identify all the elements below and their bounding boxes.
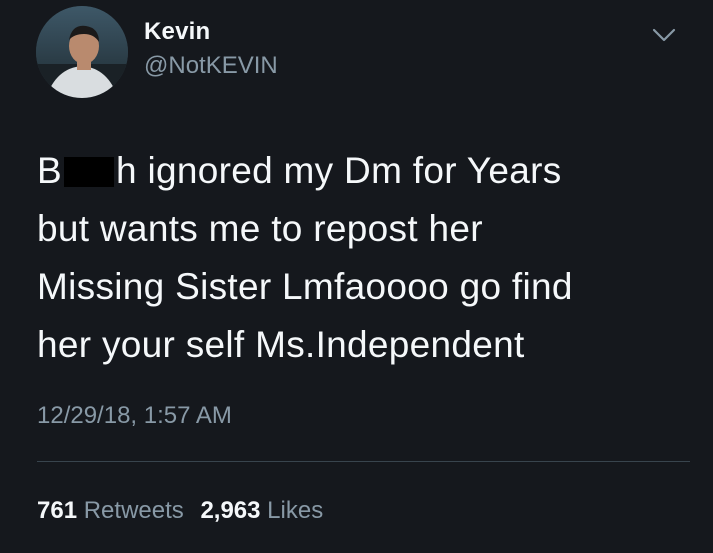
tweet-timestamp[interactable]: 12/29/18, 1:57 AM (37, 402, 232, 430)
divider (37, 461, 690, 462)
retweets-count: 761 (37, 497, 78, 524)
engagement-stats: 761 Retweets 2,963 Likes (37, 497, 323, 525)
tweet-text-line: her your self Ms.Independent (37, 324, 525, 365)
redaction-bar (63, 157, 114, 187)
avatar-image (36, 6, 128, 98)
retweets-stat[interactable]: 761 Retweets (37, 497, 184, 525)
retweets-label: Retweets (83, 497, 184, 524)
tweet-text-fragment: h ignored my Dm for Years (115, 150, 562, 191)
tweet-text-line: but wants me to repost her (37, 208, 483, 249)
display-name[interactable]: Kevin (144, 18, 210, 46)
chevron-down-icon[interactable] (648, 22, 680, 46)
likes-label: Likes (267, 497, 324, 524)
user-handle[interactable]: @NotKEVIN (144, 52, 278, 80)
avatar[interactable] (36, 6, 128, 98)
tweet-card: Kevin @NotKEVIN Bh ignored my Dm for Yea… (0, 0, 713, 553)
tweet-text: Bh ignored my Dm for Years but wants me … (37, 142, 687, 374)
tweet-text-fragment: B (37, 150, 62, 191)
tweet-text-line: Missing Sister Lmfaoooo go find (37, 266, 573, 307)
likes-count: 2,963 (200, 497, 261, 524)
likes-stat[interactable]: 2,963 Likes (200, 497, 323, 525)
tweet-text-line: Bh ignored my Dm for Years (37, 142, 687, 200)
